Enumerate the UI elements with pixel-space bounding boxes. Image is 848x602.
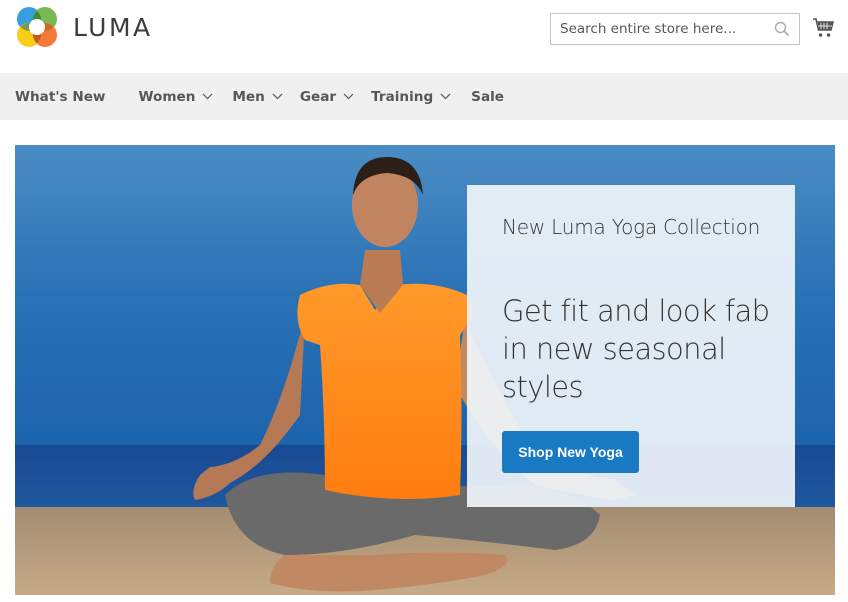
nav-item-whats-new[interactable]: What's New — [15, 73, 105, 120]
nav-item-label: Men — [232, 88, 265, 105]
logo-text: LUMA — [73, 12, 153, 42]
luma-logo-icon — [17, 7, 57, 47]
nav-item-sale[interactable]: Sale — [471, 73, 504, 120]
nav-item-label: What's New — [15, 88, 106, 105]
nav-item-gear[interactable]: Gear — [300, 73, 354, 120]
hero-banner[interactable]: New Luma Yoga Collection Get fit and loo… — [15, 145, 835, 595]
nav-item-label: Training — [371, 88, 434, 105]
promo-card: New Luma Yoga Collection Get fit and loo… — [467, 185, 795, 507]
search-input[interactable] — [551, 14, 761, 44]
nav-item-label: Women — [138, 88, 196, 105]
chevron-down-icon — [202, 93, 213, 100]
chevron-down-icon — [440, 93, 451, 100]
promo-subtitle: New Luma Yoga Collection — [502, 215, 761, 239]
logo-link[interactable]: LUMA — [15, 5, 153, 49]
shop-new-yoga-button[interactable]: Shop New Yoga — [502, 431, 639, 473]
nav-item-label: Gear — [299, 88, 337, 105]
chevron-down-icon — [343, 93, 354, 100]
search-box — [550, 13, 800, 45]
search-icon[interactable] — [774, 21, 790, 37]
nav-item-label: Sale — [471, 88, 505, 105]
nav-item-men[interactable]: Men — [232, 73, 283, 120]
cart-icon[interactable] — [812, 16, 836, 40]
header: LUMA — [0, 0, 848, 73]
main-nav: What's New Women Men Gear Training Sale — [0, 73, 848, 120]
chevron-down-icon — [272, 93, 283, 100]
promo-title: Get fit and look fab in new seasonal sty… — [502, 294, 770, 404]
nav-item-women[interactable]: Women — [138, 73, 213, 120]
nav-item-training[interactable]: Training — [371, 73, 451, 120]
